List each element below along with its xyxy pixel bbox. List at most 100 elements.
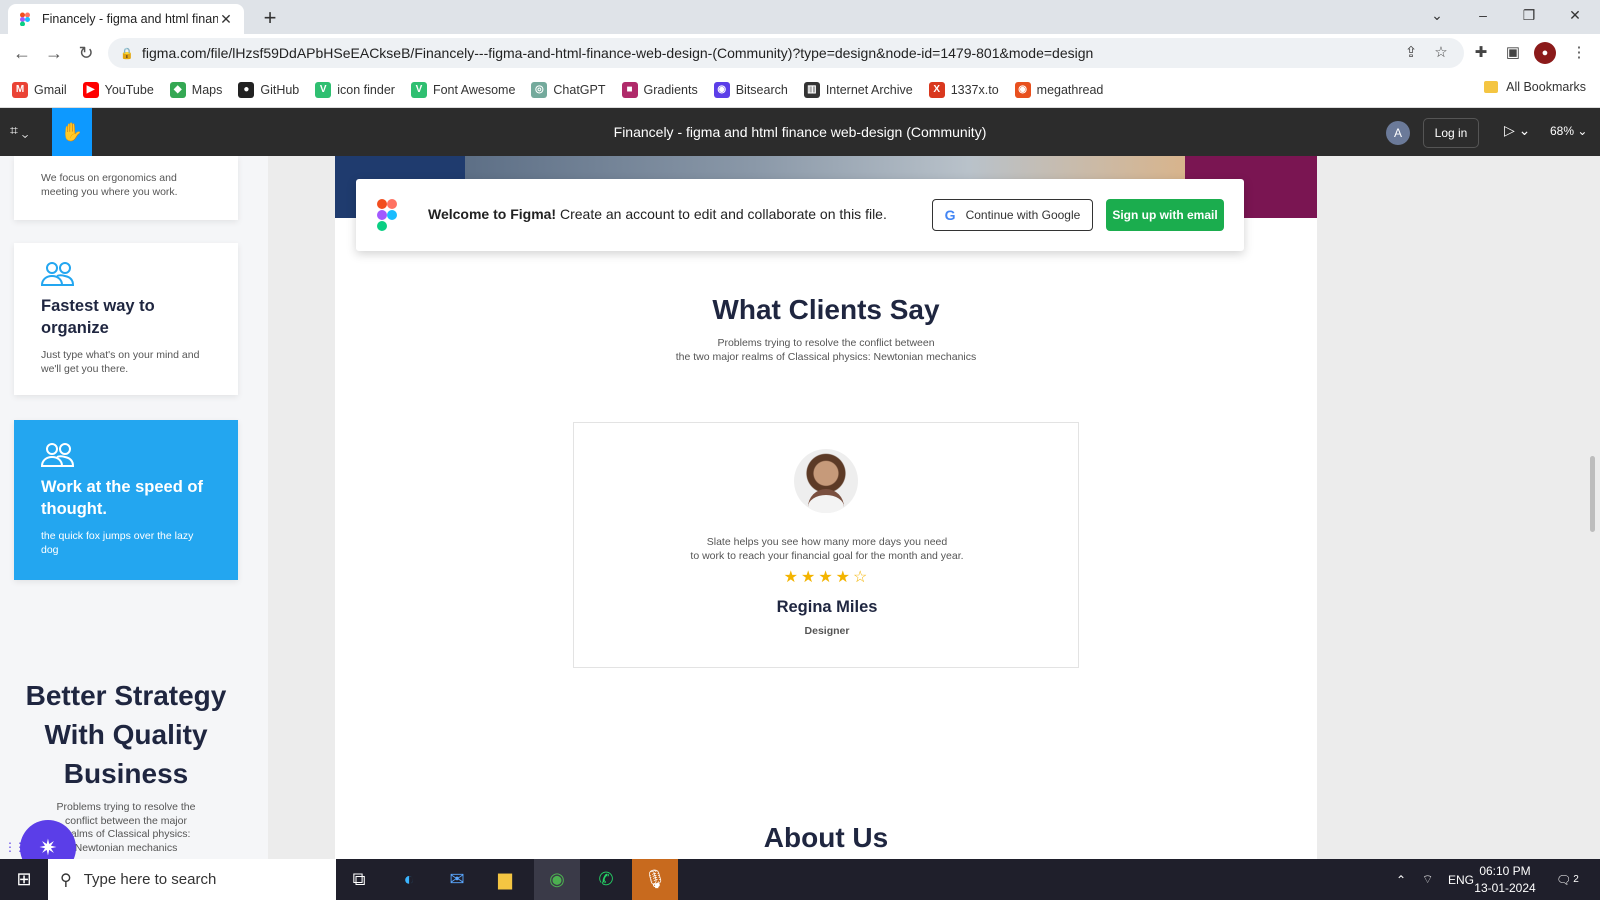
bookmark-label: YouTube [104,82,154,97]
url-text: figma.com/file/lHzsf59DdAPbHSeEACkseB/Fi… [142,45,1094,61]
notifications-icon[interactable]: 🗨 2 [1556,859,1579,900]
figma-favicon-icon [18,12,32,27]
bookmark-label: Font Awesome [432,82,516,97]
chrome-icon[interactable]: ◉ [534,859,580,900]
people-icon [40,442,75,468]
client-role: Designer [804,625,850,637]
clients-title: What Clients Say [712,294,940,325]
clock-time: 06:10 PM [1479,864,1531,878]
continue-with-google-button[interactable]: G Continue with Google [932,199,1093,231]
icon-finder-icon: V [315,81,332,98]
close-tab-icon[interactable]: ✕ [218,11,234,28]
bookmark-internet-archive[interactable]: ▥ Internet Archive [803,81,913,98]
welcome-message: Create an account to edit and collaborat… [559,206,887,222]
bookmarks-bar: M Gmail ▶ YouTube ◆ Maps ● GitHub Vicon finder V F… [0,72,1600,108]
close-window-icon[interactable]: ✕ [1552,0,1598,30]
star-empty-icon: ☆ [853,569,871,586]
card-text: Just type what's on your mind and we'll … [41,349,200,375]
welcome-bold: Welcome to Figma! [428,206,557,222]
file-explorer-icon[interactable]: ▆ [482,859,528,900]
bookmark-star-icon[interactable]: ☆ [1430,42,1452,64]
bookmark-gradients[interactable]: ■ Gradients [621,81,698,98]
edge-icon[interactable]: ◐ [386,859,432,900]
about-title: About Us [763,822,889,853]
bookmark-label: Internet Archive [825,82,913,97]
user-avatar[interactable]: A [1386,121,1410,145]
star-filled-icon: ★ [818,569,836,586]
file-title: Financely - figma and html finance web-d… [613,124,987,140]
gmail-icon: M [12,81,28,98]
figma-toolbar: ⌗ ⌄ ✋ Financely - figma and html finance… [0,108,1600,156]
bookmark-label: megathread [1036,82,1104,97]
feature-card-speed: Work at the speed of thought. the quick … [14,420,238,580]
profile-avatar-icon[interactable]: ● [1534,42,1556,64]
minimize-icon[interactable]: – [1460,0,1506,30]
address-bar[interactable]: 🔒 figma.com/file/lHzsf59DdAPbHSeEACkseB/… [108,38,1464,68]
zoom-value: 68% [1550,124,1575,138]
bookmark-label: ChatGPT [553,82,606,97]
present-play-icon[interactable]: ▷ ⌄ [1504,122,1530,139]
star-filled-icon: ★ [800,569,819,586]
chrome-menu-icon[interactable]: ⋮ [1568,42,1590,64]
card-text: We focus on ergonomics and meeting you w… [41,172,178,198]
client-name: Regina Miles [776,598,878,616]
bookmark-label: Maps [191,82,223,97]
system-clock[interactable]: 06:10 PM 13-01-2024 [1470,863,1540,897]
bitsearch-icon: ◉ [713,81,730,98]
internet-archive-icon: ▥ [803,81,820,98]
microphone-icon[interactable]: 🎙 [632,859,678,900]
windows-start-icon[interactable]: ⊞ [0,859,48,900]
star-rating: ★★★★☆ [574,567,1080,587]
windows-taskbar: ⊞ ⚲ Type here to search ⧉ ◐ ✉ ▆ ◉ ✆ 🎙 ⌃ … [0,859,1600,900]
forward-icon[interactable]: → [42,42,66,64]
bookmark-chatgpt[interactable]: ◎ ChatGPT [531,81,606,98]
extensions-icon[interactable]: ✚ [1470,42,1492,64]
megathread-icon: ◉ [1014,81,1031,98]
mail-icon[interactable]: ✉ [434,859,480,900]
bookmark-icon-finder[interactable]: Vicon finder [315,81,395,98]
tab-search-icon[interactable]: ⌄ [1414,0,1460,30]
sign-up-email-button[interactable]: Sign up with email [1106,199,1224,231]
github-icon: ● [238,81,255,98]
bookmark-megathread[interactable]: ◉ megathread [1014,81,1104,98]
restore-icon[interactable]: ❐ [1506,0,1552,30]
bookmark-youtube[interactable]: ▶ YouTube [82,81,154,98]
whatsapp-icon[interactable]: ✆ [583,859,629,900]
welcome-banner: Welcome to Figma! Create an account to e… [356,179,1244,251]
side-panel-icon[interactable]: ▣ [1502,42,1524,64]
task-view-icon[interactable]: ⧉ [336,859,382,900]
folder-icon [1484,81,1499,93]
all-bookmarks[interactable]: All Bookmarks [1484,80,1586,94]
bookmark-gmail[interactable]: M Gmail [12,81,67,98]
clients-line-1: Problems trying to resolve the conflict … [717,337,935,349]
network-icon[interactable]: ⌔ [1422,859,1433,900]
bookmark-label: icon finder [337,82,395,97]
google-icon: G [944,207,956,223]
share-icon[interactable]: ⇪ [1400,42,1422,64]
all-bookmarks-label: All Bookmarks [1506,80,1586,94]
quote-line-1: Slate helps you see how many more days y… [706,536,948,548]
people-icon [40,261,75,287]
bookmark-label: Gradients [643,82,698,97]
figma-canvas[interactable]: We focus on ergonomics and meeting you w… [0,156,1600,859]
bookmark-maps[interactable]: ◆ Maps [169,81,223,98]
reload-icon[interactable]: ↻ [74,42,98,64]
tray-chevron-icon[interactable]: ⌃ [1396,859,1406,900]
browser-tab[interactable]: Financely - figma and html finan ✕ [8,4,244,34]
canvas-scrollbar[interactable] [1590,456,1595,532]
card-text: the quick fox jumps over the lazy dog [41,530,194,556]
bookmark-1337x-to[interactable]: X 1337x.to [928,81,999,98]
bookmark-font-awesome[interactable]: V Font Awesome [410,81,516,98]
zoom-level[interactable]: 68% ⌄ [1550,124,1587,138]
taskbar-search[interactable]: ⚲ Type here to search [48,859,336,900]
bookmark-bitsearch[interactable]: ◉ Bitsearch [713,81,788,98]
back-icon[interactable]: ← [10,42,34,64]
login-button[interactable]: Log in [1423,118,1479,148]
bookmark-github[interactable]: ● GitHub [238,81,299,98]
testimonial-quote: Slate helps you see how many more days y… [574,536,1080,563]
chatgpt-icon: ◎ [531,81,548,98]
new-tab-icon[interactable]: + [258,5,282,31]
clients-section: What Clients Say Problems trying to reso… [335,294,1317,364]
gradients-icon: ■ [621,81,638,98]
bookmark-label: 1337x.to [950,82,999,97]
